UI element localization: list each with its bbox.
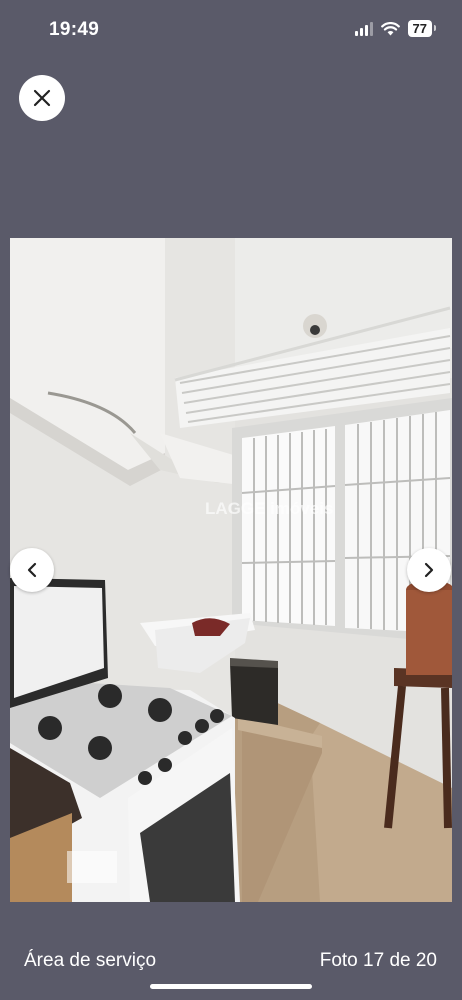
- next-photo-button[interactable]: [407, 548, 451, 592]
- battery-indicator: 77: [407, 20, 437, 37]
- laundry-room-photo: LAGGE imóveis: [10, 238, 452, 902]
- status-bar: 19:49 77: [0, 0, 462, 60]
- close-icon: [33, 89, 51, 107]
- chevron-right-icon: [424, 562, 434, 578]
- chevron-left-icon: [27, 562, 37, 578]
- home-indicator[interactable]: [150, 984, 312, 989]
- status-time: 19:49: [49, 19, 100, 40]
- wifi-icon: [380, 21, 400, 35]
- gallery-photo[interactable]: LAGGE imóveis: [10, 238, 452, 902]
- status-icons: 77: [354, 20, 437, 37]
- previous-photo-button[interactable]: [10, 548, 54, 592]
- photo-counter: Foto 17 de 20: [319, 950, 437, 971]
- photo-caption: Área de serviço: [24, 950, 157, 971]
- close-button[interactable]: [19, 75, 65, 121]
- watermark-text: LAGGE imóveis: [205, 499, 333, 518]
- cellular-signal-icon: [354, 21, 373, 36]
